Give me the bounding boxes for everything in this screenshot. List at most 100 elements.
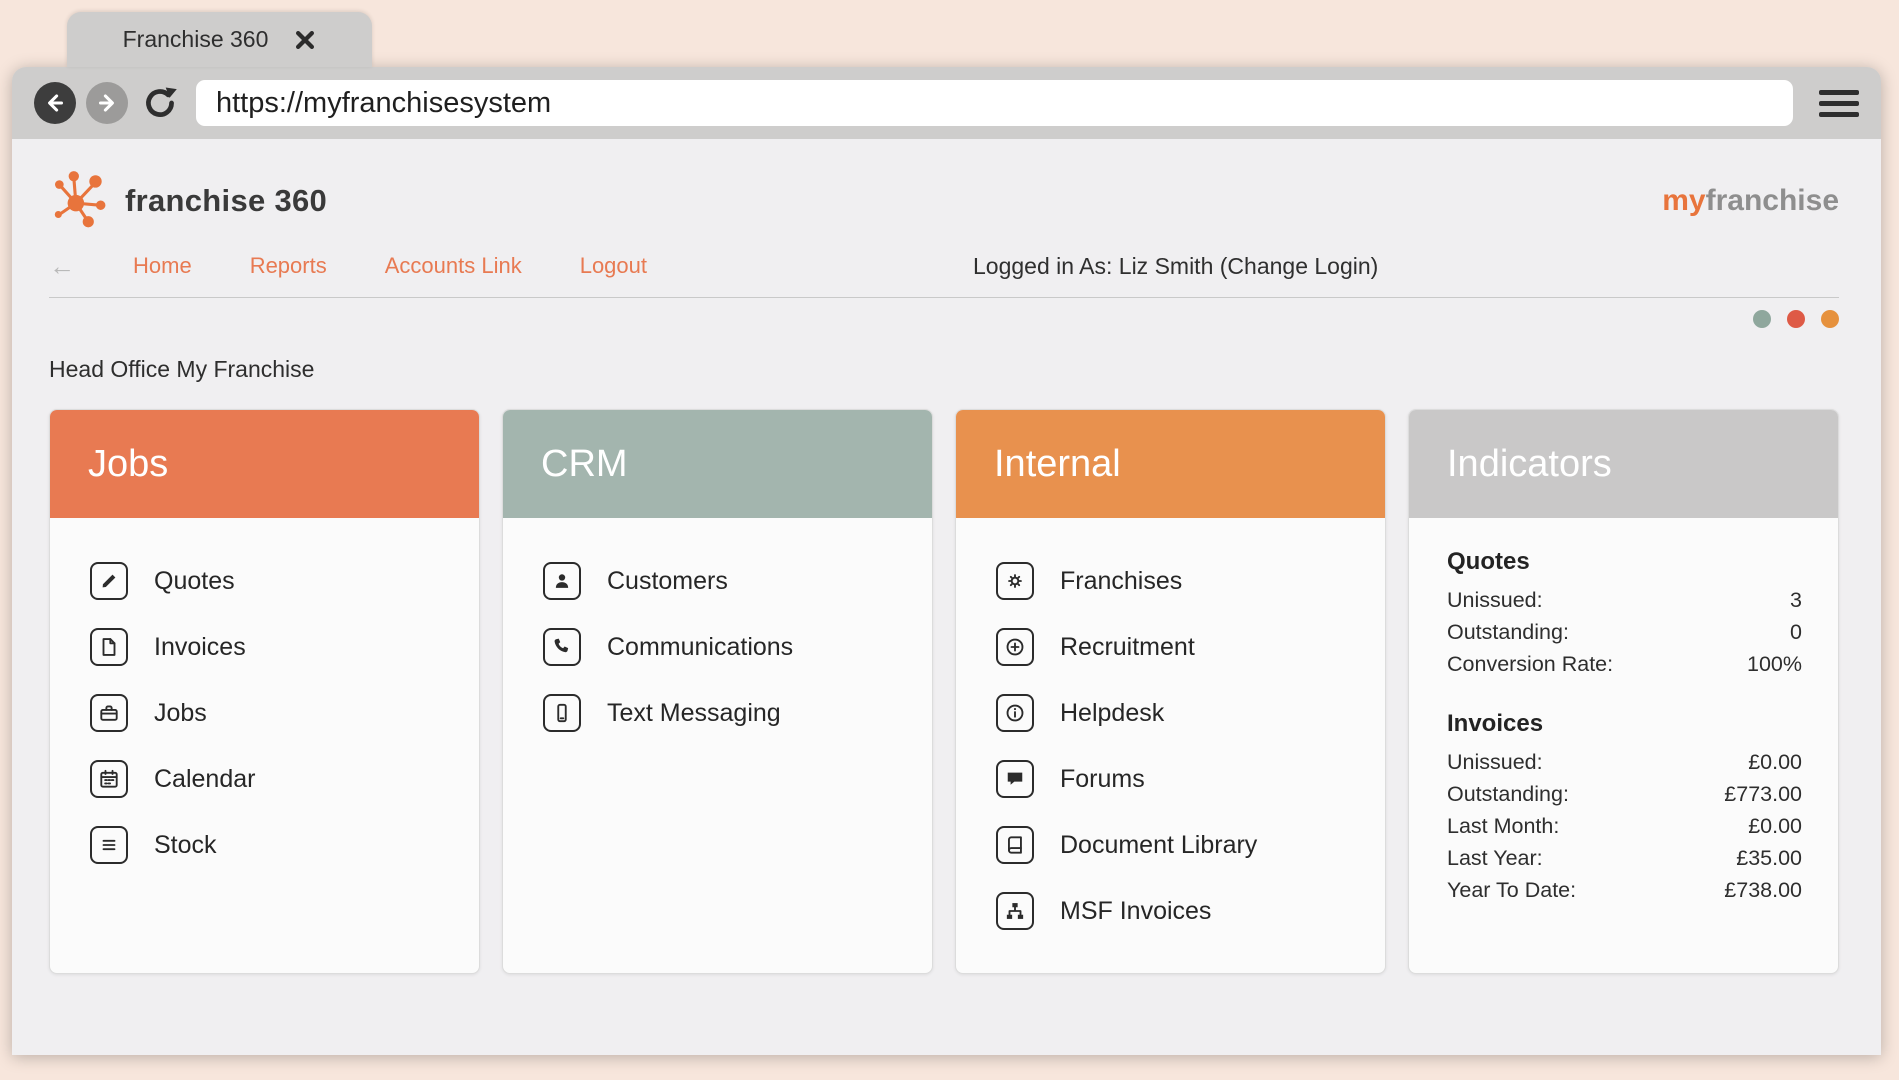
- sitemap-icon: [996, 892, 1034, 930]
- indicator-label: Conversion Rate:: [1447, 652, 1614, 676]
- menu-item-communications[interactable]: Communications: [543, 614, 932, 680]
- nav-link-reports[interactable]: Reports: [250, 253, 327, 279]
- indicator-row: Unissued: £0.00: [1447, 746, 1802, 778]
- tab-title: Franchise 360: [122, 26, 269, 52]
- page-title: Head Office My Franchise: [49, 356, 315, 382]
- list-icon: [90, 826, 128, 864]
- menu-item-label: Document Library: [1060, 830, 1258, 859]
- logged-in-text[interactable]: Logged in As: Liz Smith (Change Login): [973, 253, 1378, 280]
- menu-item-customers[interactable]: Customers: [543, 548, 932, 614]
- card-internal-list: Franchises Recruitment Helpdesk Forums D…: [956, 518, 1385, 944]
- menu-item-label: Stock: [154, 830, 217, 859]
- page-content: franchise 360 myfranchise ← Home Reports…: [12, 139, 1881, 1055]
- card-title-crm: CRM: [541, 442, 628, 485]
- indicator-label: Unissued:: [1447, 588, 1543, 612]
- menu-item-label: Recruitment: [1060, 632, 1195, 661]
- logo-text: franchise 360: [125, 183, 328, 218]
- nav-divider: [49, 297, 1839, 298]
- menu-item-jobs[interactable]: Jobs: [90, 680, 479, 746]
- indicator-row: Last Year: £35.00: [1447, 842, 1802, 874]
- nav-back-icon[interactable]: ←: [49, 253, 75, 279]
- nav-link-home[interactable]: Home: [133, 253, 192, 279]
- menu-item-quotes[interactable]: Quotes: [90, 548, 479, 614]
- tab-strip: Franchise 360: [12, 12, 1881, 67]
- dashboard-cards: Jobs Quotes Invoices Jobs Calendar Stock…: [49, 409, 1839, 974]
- indicator-value: 100%: [1747, 652, 1802, 676]
- menu-item-document-library[interactable]: Document Library: [996, 812, 1385, 878]
- menu-item-label: MSF Invoices: [1060, 896, 1212, 925]
- indicator-value: £35.00: [1736, 846, 1802, 870]
- indicator-row: Conversion Rate: 100%: [1447, 648, 1802, 680]
- indicator-label: Outstanding:: [1447, 782, 1569, 806]
- indicator-value: £773.00: [1724, 782, 1802, 806]
- menu-icon[interactable]: [1819, 89, 1859, 117]
- indicators-body: Quotes Unissued: 3 Outstanding: 0 Conver…: [1409, 518, 1838, 906]
- card-title-jobs: Jobs: [88, 442, 169, 485]
- back-button[interactable]: [34, 82, 76, 124]
- indicator-row: Last Month: £0.00: [1447, 810, 1802, 842]
- card-jobs-header: Jobs: [50, 410, 479, 518]
- menu-item-label: Franchises: [1060, 566, 1183, 595]
- menu-item-invoices[interactable]: Invoices: [90, 614, 479, 680]
- url-input[interactable]: [196, 80, 1793, 126]
- cogs-icon: [996, 562, 1034, 600]
- card-crm: CRM Customers Communications Text Messag…: [502, 409, 933, 974]
- franchise360-logo: franchise 360: [49, 168, 327, 235]
- menu-item-label: Quotes: [154, 566, 235, 595]
- phone-icon: [543, 628, 581, 666]
- browser-tab[interactable]: Franchise 360: [67, 12, 372, 67]
- person-icon: [543, 562, 581, 600]
- info-circle-icon: [996, 694, 1034, 732]
- file-icon: [90, 628, 128, 666]
- card-indicators-header: Indicators: [1409, 410, 1838, 518]
- card-title-indicators: Indicators: [1447, 442, 1612, 485]
- indicator-value: £738.00: [1724, 878, 1802, 902]
- menu-item-franchises[interactable]: Franchises: [996, 548, 1385, 614]
- indicator-group-heading: Quotes: [1447, 548, 1530, 575]
- brand-my: my: [1662, 184, 1706, 217]
- status-dot-green: [1753, 310, 1771, 328]
- menu-item-forums[interactable]: Forums: [996, 746, 1385, 812]
- card-internal-header: Internal: [956, 410, 1385, 518]
- indicator-group-quotes: Quotes Unissued: 3 Outstanding: 0 Conver…: [1447, 548, 1802, 680]
- book-icon: [996, 826, 1034, 864]
- indicator-label: Year To Date:: [1447, 878, 1577, 902]
- indicator-group-invoices: Invoices Unissued: £0.00 Outstanding: £7…: [1447, 710, 1802, 906]
- indicator-label: Outstanding:: [1447, 620, 1569, 644]
- menu-item-stock[interactable]: Stock: [90, 812, 479, 878]
- plus-circle-icon: [996, 628, 1034, 666]
- card-jobs-list: Quotes Invoices Jobs Calendar Stock: [50, 518, 479, 878]
- indicator-value: £0.00: [1748, 814, 1802, 838]
- indicator-value: 3: [1790, 588, 1802, 612]
- chat-icon: [996, 760, 1034, 798]
- window-main: franchise 360 myfranchise ← Home Reports…: [12, 67, 1881, 1055]
- card-internal: Internal Franchises Recruitment Helpdesk…: [955, 409, 1386, 974]
- menu-item-label: Invoices: [154, 632, 246, 661]
- forward-button[interactable]: [86, 82, 128, 124]
- nav-link-logout[interactable]: Logout: [580, 253, 647, 279]
- card-title-internal: Internal: [994, 442, 1121, 485]
- status-dot-red: [1787, 310, 1805, 328]
- indicator-row: Outstanding: 0: [1447, 616, 1802, 648]
- calendar-icon: [90, 760, 128, 798]
- status-dots: [49, 310, 1839, 328]
- nav-link-accounts-link[interactable]: Accounts Link: [385, 253, 522, 279]
- menu-item-msf-invoices[interactable]: MSF Invoices: [996, 878, 1385, 944]
- menu-item-recruitment[interactable]: Recruitment: [996, 614, 1385, 680]
- site-nav: ← Home Reports Accounts Link Logout Logg…: [49, 251, 1839, 281]
- close-tab-icon[interactable]: [294, 29, 316, 51]
- menu-item-helpdesk[interactable]: Helpdesk: [996, 680, 1385, 746]
- menu-item-text-messaging[interactable]: Text Messaging: [543, 680, 932, 746]
- indicator-label: Unissued:: [1447, 750, 1543, 774]
- card-indicators: Indicators Quotes Unissued: 3 Outstandin…: [1408, 409, 1839, 974]
- status-dot-orange: [1821, 310, 1839, 328]
- briefcase-icon: [90, 694, 128, 732]
- indicator-label: Last Month:: [1447, 814, 1560, 838]
- indicator-row: Outstanding: £773.00: [1447, 778, 1802, 810]
- refresh-button[interactable]: [138, 81, 182, 125]
- logo-molecule-icon: [49, 168, 111, 235]
- menu-item-calendar[interactable]: Calendar: [90, 746, 479, 812]
- browser-window: Franchise 360 https://myfranchisesystem …: [12, 12, 1881, 1055]
- site-header: franchise 360 myfranchise: [49, 169, 1839, 233]
- menu-item-label: Communications: [607, 632, 794, 661]
